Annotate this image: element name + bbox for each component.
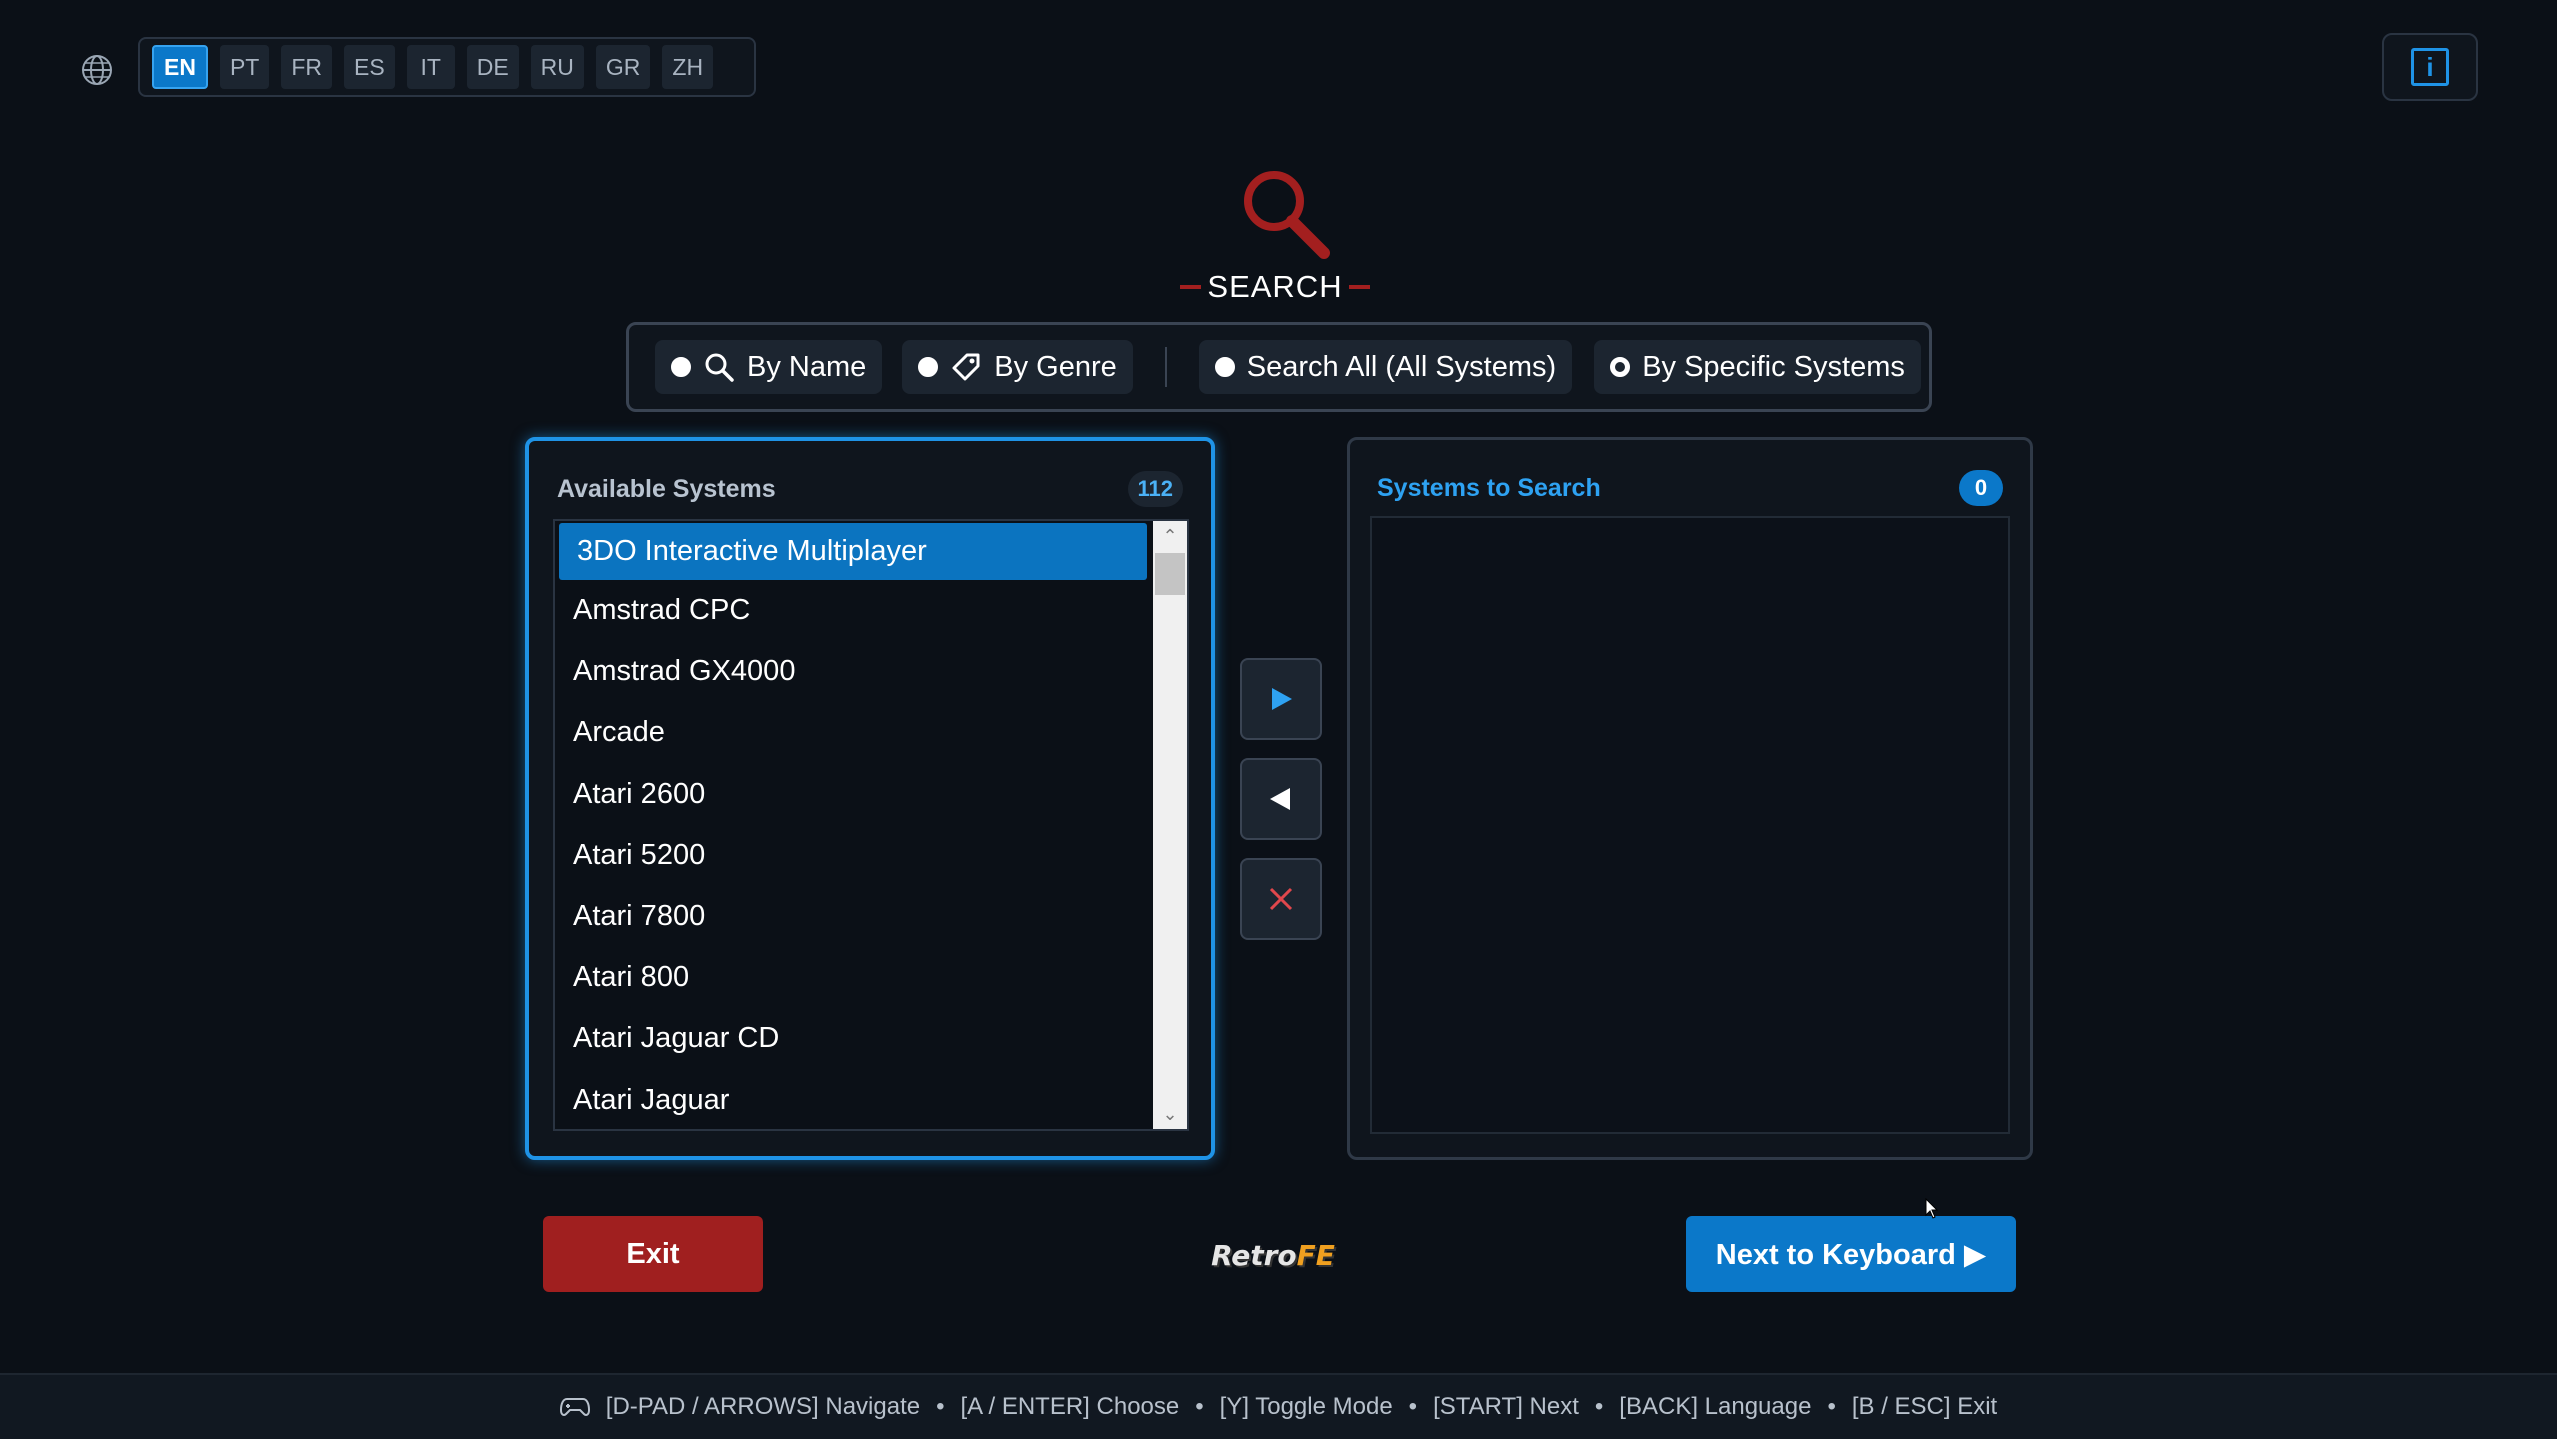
systems-to-search-header: Systems to Search 0 bbox=[1377, 468, 2003, 508]
mouse-cursor-icon bbox=[1925, 1198, 1939, 1219]
retrofe-logo: Retro FE bbox=[1208, 1232, 1338, 1278]
add-system-button[interactable] bbox=[1240, 658, 1322, 740]
language-it-button[interactable]: IT bbox=[406, 45, 455, 89]
language-fr-button[interactable]: FR bbox=[281, 45, 333, 89]
radio-by-genre[interactable] bbox=[918, 357, 939, 377]
close-icon bbox=[1269, 887, 1293, 911]
info-icon: i bbox=[2411, 48, 2449, 86]
systems-to-search-title: Systems to Search bbox=[1377, 473, 1601, 502]
list-item[interactable]: Atari 5200 bbox=[555, 825, 1147, 886]
hint-separator: • bbox=[1594, 1393, 1604, 1420]
title-decoration bbox=[1180, 285, 1202, 289]
logo-text-retro: Retro bbox=[1211, 1238, 1297, 1272]
mode-search-all-label: Search All (All Systems) bbox=[1246, 350, 1557, 383]
language-pt-button[interactable]: PT bbox=[219, 45, 270, 89]
language-zh-button[interactable]: ZH bbox=[662, 45, 714, 89]
mode-by-name-label: By Name bbox=[747, 350, 867, 383]
radio-search-all[interactable] bbox=[1214, 357, 1235, 377]
mode-by-specific-systems-label: By Specific Systems bbox=[1642, 350, 1905, 383]
clear-systems-button[interactable] bbox=[1240, 858, 1322, 940]
list-scrollbar[interactable]: ⌃ ⌄ bbox=[1153, 521, 1187, 1129]
language-en-button[interactable]: EN bbox=[152, 45, 208, 89]
page-title: SEARCH bbox=[1180, 262, 1370, 312]
mode-by-genre[interactable]: By Genre bbox=[902, 340, 1133, 394]
scroll-down-icon[interactable]: ⌄ bbox=[1153, 1099, 1187, 1129]
list-item[interactable]: Atari Jaguar CD bbox=[555, 1008, 1147, 1069]
globe-icon bbox=[82, 55, 112, 85]
gamepad-icon bbox=[559, 1398, 590, 1416]
hint-navigate: [D-PAD / ARROWS] Navigate bbox=[605, 1393, 921, 1420]
arrow-right-icon bbox=[1272, 688, 1292, 710]
title-decoration bbox=[1348, 285, 1370, 289]
list-item[interactable]: Arcade bbox=[555, 702, 1147, 763]
mode-by-genre-label: By Genre bbox=[994, 350, 1117, 383]
page-title-text: SEARCH bbox=[1207, 269, 1343, 304]
language-de-button[interactable]: DE bbox=[466, 45, 519, 89]
hint-separator: • bbox=[1195, 1393, 1204, 1420]
language-selector: EN PT FR ES IT DE RU GR ZH bbox=[138, 37, 756, 97]
hint-exit: [B / ESC] Exit bbox=[1851, 1393, 1998, 1420]
exit-button[interactable]: Exit bbox=[543, 1216, 763, 1292]
available-systems-count: 112 bbox=[1127, 471, 1183, 507]
list-item[interactable]: Amstrad CPC bbox=[555, 580, 1147, 641]
remove-system-button[interactable] bbox=[1240, 758, 1322, 840]
language-es-button[interactable]: ES bbox=[344, 45, 395, 89]
list-item[interactable]: Atari 2600 bbox=[555, 764, 1147, 825]
mode-divider bbox=[1164, 347, 1167, 387]
hint-language: [BACK] Language bbox=[1619, 1393, 1812, 1420]
available-systems-panel: Available Systems 112 3DO Interactive Mu… bbox=[525, 437, 1215, 1160]
hint-choose: [A / ENTER] Choose bbox=[960, 1393, 1180, 1420]
controls-hint-bar: [D-PAD / ARROWS] Navigate • [A / ENTER] … bbox=[0, 1373, 2557, 1439]
info-button[interactable]: i bbox=[2382, 33, 2478, 101]
list-item[interactable]: Amstrad GX4000 bbox=[555, 641, 1147, 702]
mode-search-all[interactable]: Search All (All Systems) bbox=[1198, 340, 1573, 394]
list-item[interactable]: Atari 800 bbox=[555, 947, 1147, 1008]
available-systems-header: Available Systems 112 bbox=[557, 469, 1183, 509]
language-gr-button[interactable]: GR bbox=[595, 45, 651, 89]
radio-by-name[interactable] bbox=[671, 357, 691, 377]
hint-separator: • bbox=[1408, 1393, 1418, 1420]
list-item[interactable]: Atari 7800 bbox=[555, 886, 1147, 947]
search-magnifier-icon bbox=[1244, 171, 1330, 259]
arrow-left-icon bbox=[1270, 788, 1290, 810]
systems-to-search-list[interactable] bbox=[1370, 516, 2010, 1134]
systems-to-search-count: 0 bbox=[1959, 470, 2003, 506]
list-item[interactable]: Atari Jaguar bbox=[555, 1070, 1147, 1130]
next-to-keyboard-button[interactable]: Next to Keyboard ▶ bbox=[1686, 1216, 2016, 1292]
mode-by-name[interactable]: By Name bbox=[655, 340, 883, 394]
scrollbar-thumb[interactable] bbox=[1155, 553, 1185, 595]
scroll-up-icon[interactable]: ⌃ bbox=[1153, 521, 1187, 551]
search-mode-selector: By Name By Genre Search All (All Systems… bbox=[626, 322, 1932, 412]
logo-text-fe: FE bbox=[1296, 1238, 1335, 1272]
hint-separator: • bbox=[1827, 1393, 1836, 1420]
list-item[interactable]: 3DO Interactive Multiplayer bbox=[559, 523, 1147, 580]
mode-by-specific-systems[interactable]: By Specific Systems bbox=[1594, 340, 1921, 394]
search-icon bbox=[705, 353, 734, 382]
search-screen: EN PT FR ES IT DE RU GR ZH i SEARCH By N… bbox=[0, 0, 2557, 1439]
systems-to-search-panel: Systems to Search 0 bbox=[1347, 437, 2033, 1160]
hint-toggle-mode: [Y] Toggle Mode bbox=[1219, 1393, 1393, 1420]
radio-by-specific-systems[interactable] bbox=[1610, 357, 1631, 377]
hint-separator: • bbox=[936, 1393, 945, 1420]
language-ru-button[interactable]: RU bbox=[530, 45, 584, 89]
hint-next: [START] Next bbox=[1433, 1393, 1579, 1420]
tag-icon bbox=[952, 353, 980, 381]
available-systems-title: Available Systems bbox=[557, 474, 776, 503]
available-systems-list[interactable]: 3DO Interactive Multiplayer Amstrad CPC … bbox=[553, 519, 1189, 1131]
